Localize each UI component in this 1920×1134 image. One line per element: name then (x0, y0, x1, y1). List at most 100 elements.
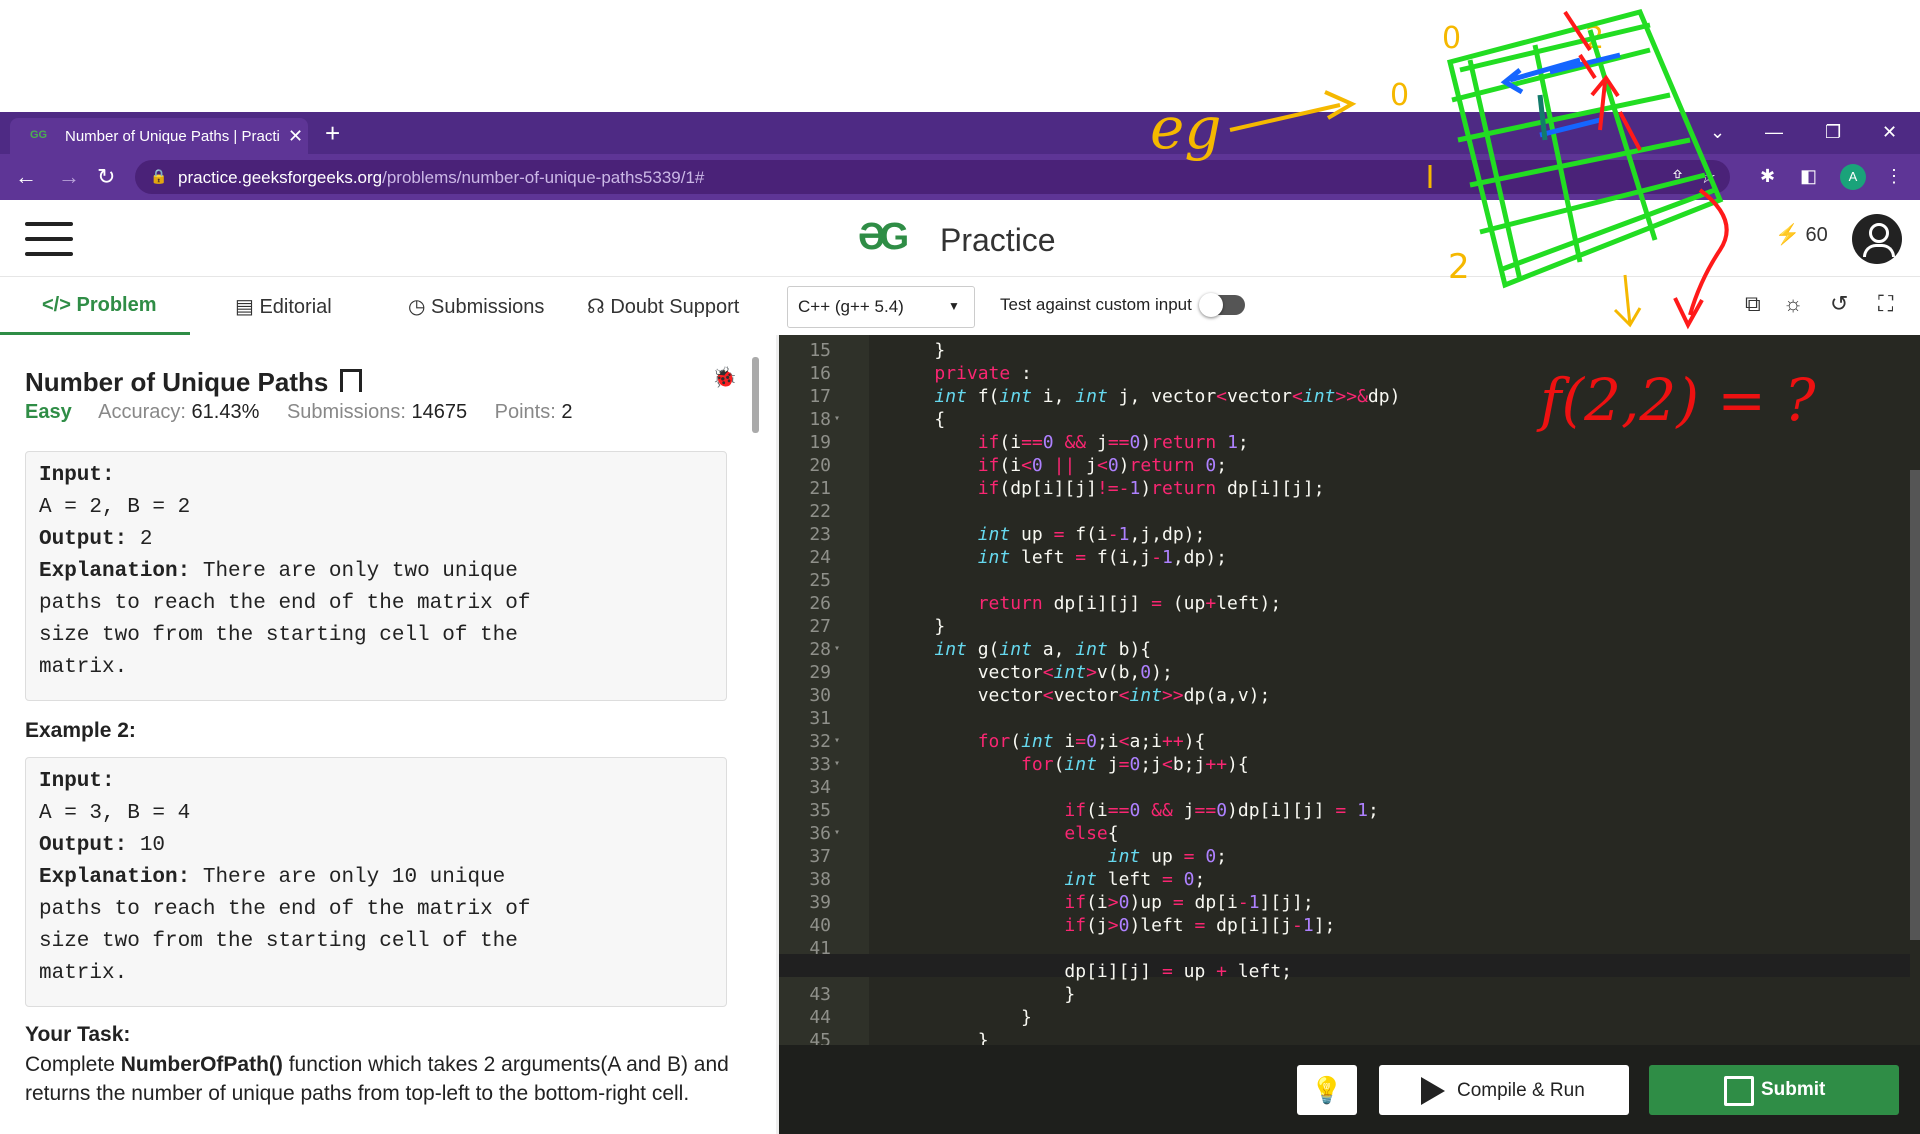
code-line[interactable]: dp[i][j] = up + left; (891, 960, 1292, 983)
more-menu-icon[interactable]: ⋮ (1885, 166, 1903, 187)
code-line[interactable]: int g(int a, int b){ (891, 638, 1151, 661)
code-line[interactable]: private : (891, 362, 1032, 385)
code-line[interactable]: if(i==0 && j==0)return 1; (891, 431, 1249, 454)
line-number-gutter: 15 16 17 18 ▾ 19 20 21 22 23 24 25 26 27 28 ▾ 29 30 31 32 ▾ 3… (779, 335, 869, 1045)
back-icon[interactable]: ← (15, 164, 37, 190)
minimize-icon[interactable]: — (1765, 122, 1783, 143)
forward-icon[interactable]: → (58, 164, 80, 190)
streak-value: 60 (1805, 224, 1828, 246)
fullscreen-icon[interactable]: ⛶ (1878, 291, 1893, 317)
line-number: 36 (809, 823, 831, 844)
extensions-icon[interactable]: ✱ (1760, 166, 1775, 187)
hint-lightbulb-button[interactable]: 💡 (1297, 1065, 1357, 1115)
problem-meta: Easy Accuracy: 61.43% Submissions: 14675… (25, 401, 572, 424)
code-line[interactable]: for(int j=0;j<b;j++){ (891, 753, 1249, 776)
example-input: A = 3, B = 4 (39, 802, 191, 825)
explanation-line: There are only 10 unique (190, 866, 506, 889)
side-panel-icon[interactable]: ◧ (1800, 166, 1817, 187)
line-number: 44 (809, 1007, 831, 1028)
code-line[interactable]: } (891, 615, 945, 638)
submit-button[interactable]: Submit (1649, 1065, 1899, 1115)
tab-submissions[interactable]: ◷ Submissions (408, 294, 544, 319)
code-line[interactable]: } (891, 339, 945, 362)
lock-icon: 🔒 (150, 168, 168, 184)
code-line[interactable]: int left = f(i,j-1,dp); (891, 546, 1227, 569)
fold-chevron-icon[interactable]: ▾ (834, 643, 840, 654)
editor-action-bar: 💡 Compile & Run Submit (779, 1045, 1920, 1134)
browser-toolbar: ← → ↻ 🔒 practice.geeksforgeeks.org/probl… (0, 154, 1920, 200)
user-avatar[interactable] (1852, 214, 1902, 264)
language-value: C++ (g++ 5.4) (798, 297, 904, 316)
fold-chevron-icon[interactable]: ▾ (834, 827, 840, 838)
code-line[interactable]: { (891, 408, 945, 431)
hamburger-menu-icon[interactable] (25, 222, 73, 256)
code-line[interactable]: if(i==0 && j==0)dp[i][j] = 1; (891, 799, 1378, 822)
example-input: A = 2, B = 2 (39, 496, 191, 519)
tab-editorial[interactable]: ▤ Editorial (235, 294, 332, 319)
bookmark-icon[interactable] (340, 369, 362, 392)
close-tab-icon[interactable]: ✕ (288, 126, 303, 147)
play-icon (1421, 1077, 1445, 1105)
line-number: 28 (809, 639, 831, 660)
code-line[interactable]: int f(int i, int j, vector<vector<int>>&… (891, 385, 1400, 408)
reload-icon[interactable]: ↻ (97, 164, 115, 190)
code-line[interactable]: for(int i=0;i<a;i++){ (891, 730, 1206, 753)
bookmark-star-icon[interactable]: ☆ (1700, 167, 1716, 188)
fold-chevron-icon[interactable]: ▾ (834, 735, 840, 746)
profile-avatar[interactable]: A (1840, 164, 1866, 190)
code-line[interactable]: return dp[i][j] = (up+left); (891, 592, 1281, 615)
browser-tab[interactable]: GG Number of Unique Paths | Practice ✕ (10, 118, 308, 154)
code-line[interactable]: if(i<0 || j<0)return 0; (891, 454, 1227, 477)
new-tab-icon[interactable]: + (325, 120, 340, 146)
code-line[interactable]: } (891, 1029, 989, 1045)
custom-input-toggle[interactable] (1199, 293, 1245, 317)
example-output: 10 (139, 834, 166, 857)
submissions-value: 14675 (411, 401, 468, 423)
line-number: 17 (809, 386, 831, 407)
code-line[interactable]: vector<vector<int>>dp(a,v); (891, 684, 1271, 707)
code-line[interactable]: } (891, 983, 1075, 1006)
restore-icon[interactable]: ❐ (1825, 122, 1841, 143)
custom-input-label: Test against custom input (1000, 295, 1192, 314)
code-line[interactable]: if(dp[i][j]!=-1)return dp[i][j]; (891, 477, 1325, 500)
code-line[interactable]: vector<int>v(b,0); (891, 661, 1173, 684)
task-text-pre: Complete (25, 1053, 121, 1076)
code-editor[interactable]: 15 16 17 18 ▾ 19 20 21 22 23 24 25 26 27 28 ▾ 29 30 31 32 ▾ 3… (779, 335, 1920, 1045)
explanation-line: There are only two unique (190, 560, 518, 583)
tab-doubt-support[interactable]: ☊ Doubt Support (587, 294, 739, 319)
problem-panel: Number of Unique Paths 🐞 Easy Accuracy: … (0, 335, 776, 1134)
copy-icon[interactable]: ⧉ (1745, 291, 1761, 317)
editor-scrollbar[interactable] (1910, 470, 1920, 940)
code-line[interactable]: int left = 0; (891, 868, 1205, 891)
tab-search-icon[interactable]: ⌄ (1710, 122, 1725, 143)
reset-icon[interactable]: ↺ (1830, 291, 1848, 317)
code-line[interactable]: int up = f(i-1,j,dp); (891, 523, 1206, 546)
tab-doubt-label: Doubt Support (610, 296, 740, 318)
line-number: 22 (809, 501, 831, 522)
line-number: 19 (809, 432, 831, 453)
fold-chevron-icon[interactable]: ▾ (834, 413, 840, 424)
share-icon[interactable]: ⇪ (1670, 167, 1685, 188)
lightbulb-icon: 💡 (1310, 1075, 1344, 1105)
line-number: 33 (809, 754, 831, 775)
tab-problem[interactable]: </> Problem (42, 294, 157, 317)
accuracy-label: Accuracy: (98, 401, 186, 423)
close-window-icon[interactable]: ✕ (1882, 122, 1897, 143)
report-bug-icon[interactable]: 🐞 (712, 365, 737, 390)
code-line[interactable]: int up = 0; (891, 845, 1227, 868)
address-bar[interactable]: 🔒 practice.geeksforgeeks.org/problems/nu… (135, 160, 1730, 194)
line-number: 26 (809, 593, 831, 614)
fold-chevron-icon[interactable]: ▾ (834, 758, 840, 769)
line-number: 43 (809, 984, 831, 1005)
theme-sun-icon[interactable]: ☼ (1783, 291, 1803, 317)
code-line[interactable]: if(j>0)left = dp[i][j-1]; (891, 914, 1335, 937)
points-label: Points: (494, 401, 556, 423)
logo-text: Practice (940, 222, 1056, 258)
problem-scrollbar[interactable] (752, 357, 759, 433)
streak-counter[interactable]: ⚡ 60 (1775, 222, 1828, 247)
code-line[interactable]: } (891, 1006, 1032, 1029)
code-line[interactable]: else{ (891, 822, 1118, 845)
compile-run-button[interactable]: Compile & Run (1379, 1065, 1629, 1115)
language-select[interactable]: C++ (g++ 5.4) ▼ (787, 286, 975, 328)
code-line[interactable]: if(i>0)up = dp[i-1][j]; (891, 891, 1313, 914)
